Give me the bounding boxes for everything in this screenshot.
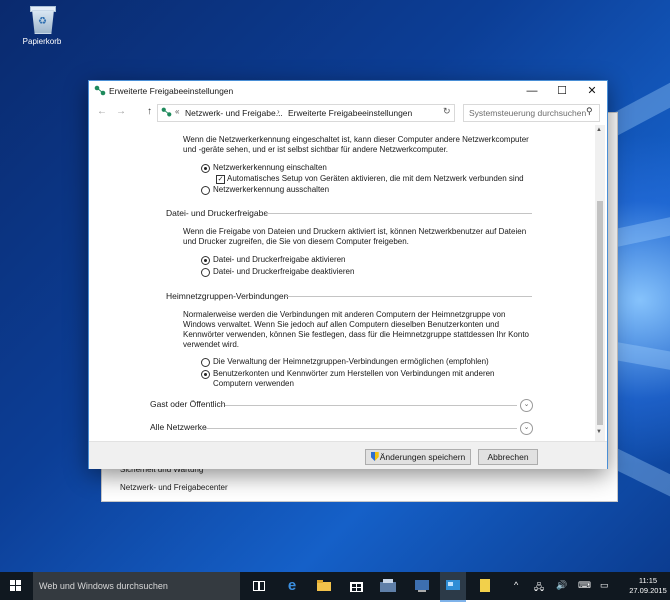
task-view-icon[interactable] (248, 572, 270, 600)
minimize-button[interactable]: — (517, 81, 547, 101)
notification-icon[interactable]: ▭ (600, 580, 609, 591)
profile-divider (205, 428, 517, 429)
save-changes-button[interactable]: Änderungen speichern (365, 449, 471, 465)
radio-file-printer-off[interactable] (201, 268, 210, 277)
refresh-icon[interactable]: ↻ (443, 106, 451, 117)
tray-overflow-icon[interactable]: ^ (514, 580, 518, 590)
radio-network-discovery-off[interactable] (201, 186, 210, 195)
light-beam (610, 205, 670, 248)
notes-icon[interactable] (474, 572, 496, 600)
windows-start-icon[interactable] (10, 580, 22, 592)
search-icon: ⚲ (586, 106, 593, 116)
recycle-bin-icon: ♻ (29, 4, 56, 34)
search-input[interactable]: Systemsteuerung durchsuchen ⚲ (463, 104, 600, 122)
chevron-down-icon[interactable]: ⌄ (520, 399, 533, 412)
forward-arrow-icon[interactable]: → (116, 106, 126, 117)
radio-homegroup-windows[interactable] (201, 358, 210, 367)
network-location-icon (161, 107, 172, 117)
file-explorer-icon[interactable] (312, 572, 336, 600)
section-heading-homegroup: Heimnetzgruppen-Verbindungen (166, 291, 289, 301)
settings-app-icon[interactable] (410, 572, 434, 600)
desktop-icon-label: Papierkorb (22, 37, 62, 46)
close-button[interactable]: ✕ (577, 81, 607, 101)
label-file-printer-off[interactable]: Datei- und Druckerfreigabe deaktivieren (213, 267, 354, 277)
desktop-icon-recycle-bin[interactable]: ♻ Papierkorb (18, 4, 66, 46)
scroll-thumb[interactable] (597, 201, 603, 425)
address-bar: ← → ↑ « Netzwerk- und Freigabe... › Erwe… (89, 101, 607, 125)
breadcrumb-separator: › (277, 107, 280, 116)
taskbar-search-input[interactable]: Web und Windows durchsuchen (33, 572, 240, 600)
taskbar: Web und Windows durchsuchen e ^ 🖧 🔊 ⌨ ▭ … (0, 572, 670, 602)
breadcrumb[interactable]: « Netzwerk- und Freigabe... › Erweiterte… (157, 104, 455, 122)
edge-icon[interactable]: e (280, 572, 304, 600)
profile-guest-public[interactable]: Gast oder Öffentlich (150, 399, 225, 409)
section-heading-file-printer: Datei- und Druckerfreigabe (166, 208, 269, 218)
breadcrumb-network-center[interactable]: Netzwerk- und Freigabe... (185, 108, 283, 118)
taskbar-search-placeholder: Web und Windows durchsuchen (39, 581, 168, 591)
settings-content: Wenn die Netzwerkerkennung eingeschaltet… (89, 125, 607, 441)
network-icon[interactable]: 🖧 (534, 580, 544, 596)
up-arrow-icon[interactable]: ↑ (147, 106, 152, 117)
search-placeholder: Systemsteuerung durchsuchen (469, 108, 587, 118)
dialog-footer: Änderungen speichern Abbrechen (89, 441, 607, 469)
network-discovery-description: Wenn die Netzwerkerkennung eingeschaltet… (183, 135, 529, 154)
breadcrumb-advanced-sharing[interactable]: Erweiterte Freigabeeinstellungen (288, 108, 412, 118)
uac-shield-icon (370, 452, 379, 461)
breadcrumb-overflow[interactable]: « (175, 107, 179, 116)
keyboard-icon[interactable]: ⌨ (578, 580, 591, 591)
back-arrow-icon[interactable]: ← (97, 106, 107, 117)
radio-file-printer-on[interactable] (201, 256, 210, 265)
radio-network-discovery-on[interactable] (201, 164, 210, 173)
window-title: Erweiterte Freigabeeinstellungen (109, 86, 234, 96)
scroll-down-icon[interactable]: ▼ (596, 429, 602, 435)
clock[interactable]: 11:15 27.09.2015 (628, 576, 668, 596)
title-bar[interactable]: Erweiterte Freigabeeinstellungen — ☐ ✕ (89, 81, 607, 101)
network-app-icon (94, 85, 106, 96)
label-file-printer-on[interactable]: Datei- und Druckerfreigabe aktivieren (213, 255, 346, 265)
section-divider (285, 296, 532, 297)
homegroup-description: Normalerweise werden die Verbindungen mi… (183, 310, 529, 349)
label-homegroup-accounts[interactable]: Benutzerkonten und Kennwörter zum Herste… (213, 369, 495, 389)
control-panel-icon[interactable] (440, 572, 466, 602)
radio-homegroup-accounts[interactable] (201, 370, 210, 379)
link-network-sharing-center[interactable]: Netzwerk- und Freigabecenter (120, 483, 228, 492)
scroll-up-icon[interactable]: ▲ (596, 127, 602, 133)
profile-all-networks[interactable]: Alle Netzwerke (150, 422, 207, 432)
chevron-down-icon[interactable]: ⌄ (520, 422, 533, 435)
cancel-button[interactable]: Abbrechen (478, 449, 538, 465)
app-icon[interactable] (376, 572, 400, 600)
store-icon[interactable] (344, 572, 368, 600)
label-homegroup-windows[interactable]: Die Verwaltung der Heimnetzgruppen-Verbi… (213, 357, 489, 367)
clock-time: 11:15 (638, 576, 658, 585)
label-network-discovery-off[interactable]: Netzwerkerkennung ausschalten (213, 185, 329, 195)
maximize-button[interactable]: ☐ (547, 81, 577, 101)
profile-divider (225, 405, 517, 406)
label-network-discovery-on[interactable]: Netzwerkerkennung einschalten (213, 163, 327, 173)
advanced-sharing-window: Erweiterte Freigabeeinstellungen — ☐ ✕ ←… (88, 80, 608, 469)
label-auto-setup[interactable]: Automatisches Setup von Geräten aktivier… (227, 174, 524, 184)
checkbox-auto-setup[interactable]: ✓ (216, 175, 225, 184)
file-printer-description: Wenn die Freigabe von Dateien und Drucke… (183, 227, 527, 246)
clock-date: 27.09.2015 (629, 586, 667, 595)
speaker-icon[interactable]: 🔊 (556, 580, 567, 591)
section-divider (266, 213, 532, 214)
vertical-scrollbar[interactable]: ▲ ▼ (595, 125, 605, 441)
